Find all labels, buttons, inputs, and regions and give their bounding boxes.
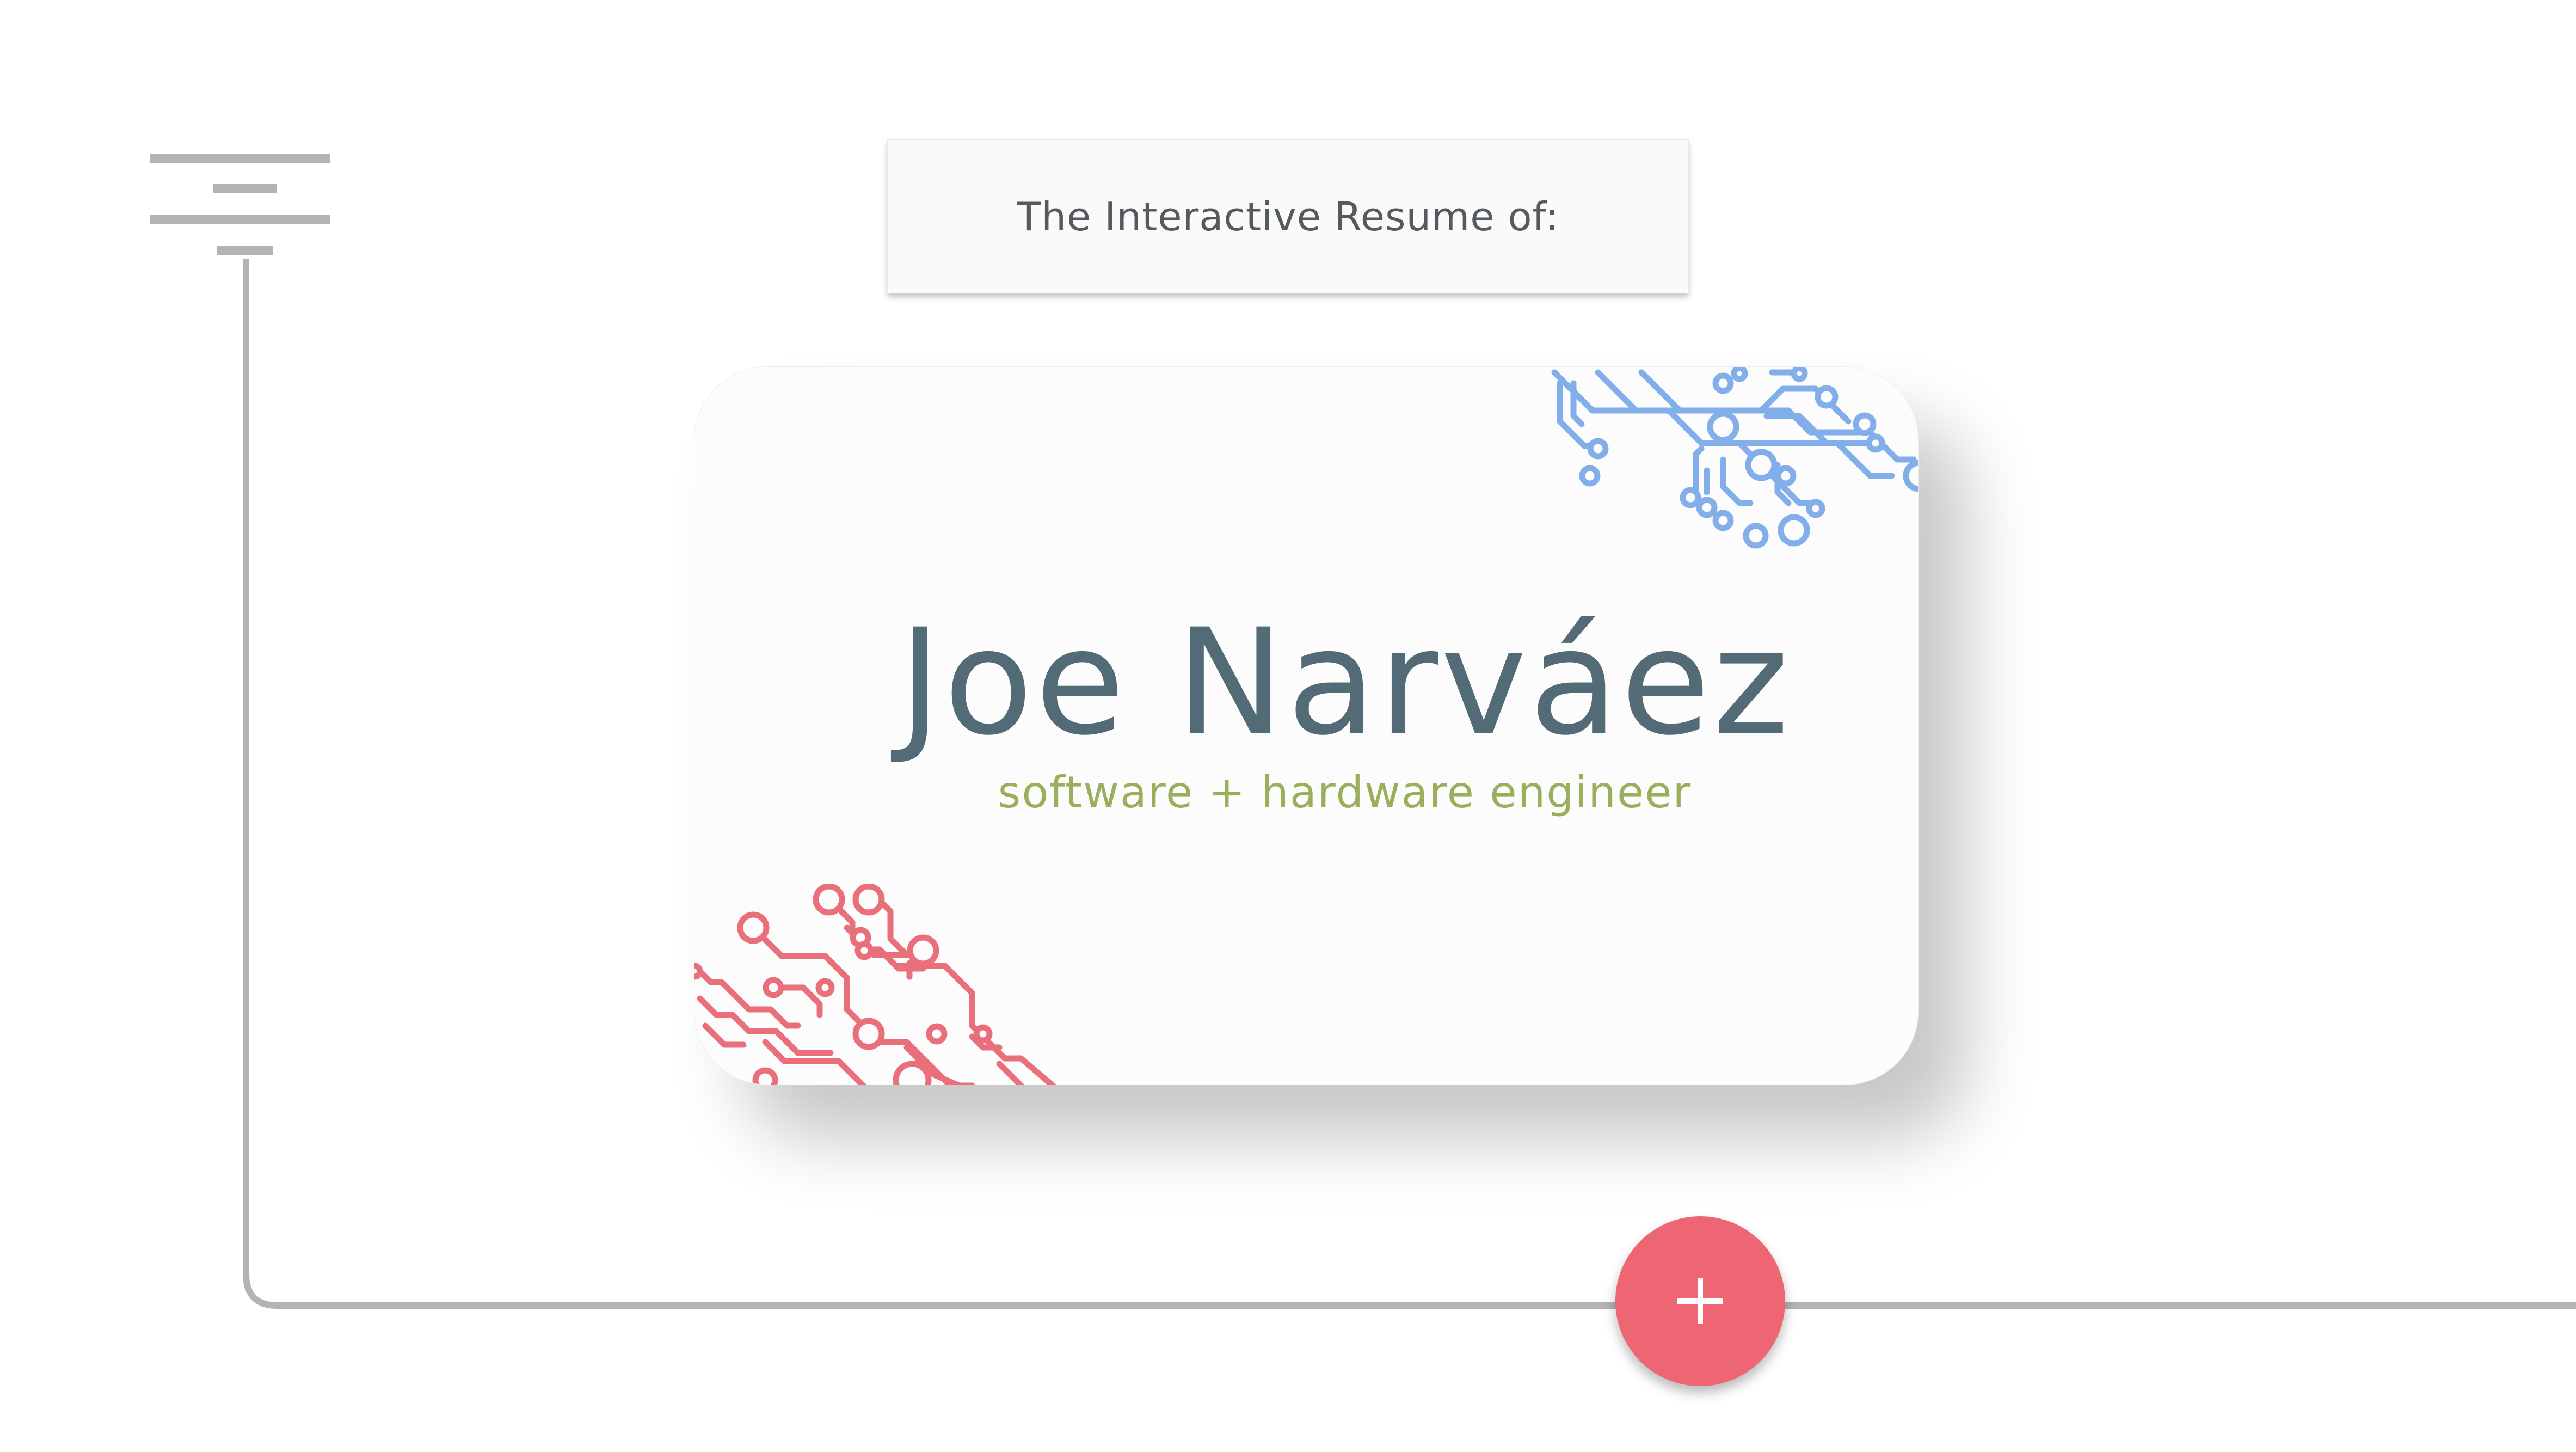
menu-button[interactable] <box>150 154 341 268</box>
add-button[interactable] <box>1615 1216 1785 1386</box>
business-card: Joe Narváez software + hardware engineer <box>694 366 1919 1085</box>
intro-text: The Interactive Resume of: <box>1017 193 1559 240</box>
person-name: Joe Narváez <box>898 598 1792 768</box>
circuit-trace-icon <box>1551 367 1918 549</box>
intro-label: The Interactive Resume of: <box>887 139 1689 293</box>
person-tagline: software + hardware engineer <box>998 767 1692 818</box>
circuit-trace-icon <box>694 884 1056 1085</box>
